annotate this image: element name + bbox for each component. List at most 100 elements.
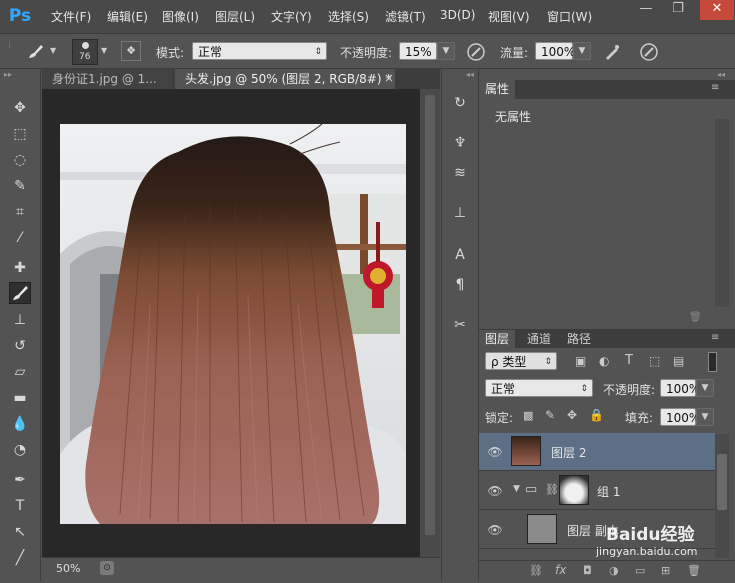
document-scrollbar-thumb[interactable] <box>425 95 435 535</box>
brush-tool-icon[interactable] <box>9 282 31 304</box>
menu-filter[interactable]: 滤镜(T) <box>385 8 426 25</box>
layers-scrollbar-thumb[interactable] <box>717 454 727 510</box>
visibility-eye-icon[interactable]: 👁 <box>487 483 503 499</box>
layer-name[interactable]: 图层 2 <box>551 444 586 461</box>
menu-3d[interactable]: 3D(D) <box>440 8 475 22</box>
dock-collapse-icon[interactable]: ◂◂ <box>466 70 474 79</box>
restore-button[interactable]: ❐ <box>664 0 692 20</box>
layer-row-group1[interactable]: 👁 ▼ ▭ ⛓ 组 1 <box>479 472 715 510</box>
tab-properties[interactable]: 属性 <box>479 80 516 99</box>
brush-size-dropdown-icon[interactable]: ▼ <box>101 46 107 55</box>
filter-smart-object-icon[interactable]: ▤ <box>673 354 684 368</box>
brush-presets-panel-icon[interactable]: ♆ <box>450 133 470 153</box>
fill-dropdown-icon[interactable]: ▼ <box>696 408 714 426</box>
group-expand-icon[interactable]: ▼ <box>513 484 520 494</box>
paragraph-panel-icon[interactable]: ¶ <box>450 275 470 295</box>
filter-shape-icon[interactable]: ⬚ <box>649 354 660 368</box>
crop-tool-icon[interactable]: ⌗ <box>9 201 31 223</box>
status-info-icon[interactable]: ⊙ <box>100 561 114 575</box>
layer-opacity-input[interactable]: 100% <box>660 379 700 397</box>
path-selection-tool-icon[interactable]: ↖ <box>9 521 31 543</box>
lock-all-icon[interactable]: 🔒 <box>589 408 604 422</box>
filter-pixel-icon[interactable]: ▣ <box>575 354 586 368</box>
lock-pixels-icon[interactable]: ✎ <box>545 408 555 422</box>
healing-brush-tool-icon[interactable]: ✚ <box>9 257 31 279</box>
character-panel-icon[interactable]: A <box>450 245 470 265</box>
tab-id-card[interactable]: 身份证1.jpg @ 1... <box>42 69 172 89</box>
layer-opacity-dropdown-icon[interactable]: ▼ <box>696 379 714 397</box>
options-grip-icon: ⁞ <box>8 40 12 51</box>
tab-close-icon[interactable]: × <box>384 71 394 85</box>
lock-transparent-icon[interactable]: ▩ <box>523 409 533 422</box>
mode-select[interactable]: 正常 ⇕ <box>192 42 327 60</box>
tab-paths[interactable]: 路径 <box>561 330 597 349</box>
gradient-tool-icon[interactable]: ▬ <box>9 387 31 409</box>
airbrush-icon[interactable] <box>602 42 622 62</box>
eraser-tool-icon[interactable]: ▱ <box>9 361 31 383</box>
menu-window[interactable]: 窗口(W) <box>547 8 592 25</box>
close-window-button[interactable]: ✕ <box>700 0 734 20</box>
brush-size-picker[interactable]: 76 <box>72 39 98 65</box>
link-layers-icon[interactable]: ⛓ <box>529 564 543 577</box>
properties-collapse-icon[interactable]: ◂◂ <box>717 70 725 79</box>
history-panel-icon[interactable]: ↻ <box>450 93 470 113</box>
eyedropper-tool-icon[interactable]: ⁄ <box>9 227 31 249</box>
properties-menu-icon[interactable]: ≡ <box>711 82 719 93</box>
fill-input[interactable]: 100% <box>660 408 700 426</box>
brush-panel-toggle-icon[interactable]: ❖ <box>121 41 141 61</box>
zoom-level[interactable]: 50% <box>56 562 80 575</box>
clone-stamp-tool-icon[interactable]: ⊥ <box>9 309 31 331</box>
pressure-size-icon[interactable] <box>639 42 659 62</box>
filter-type-icon[interactable]: T <box>625 353 633 368</box>
visibility-eye-icon[interactable]: 👁 <box>487 444 503 460</box>
menu-type[interactable]: 文字(Y) <box>271 8 312 25</box>
blur-tool-icon[interactable]: 💧 <box>9 413 31 435</box>
layer-name[interactable]: 组 1 <box>597 483 620 500</box>
tab-channels[interactable]: 通道 <box>521 330 557 349</box>
tab-layers[interactable]: 图层 <box>479 330 516 349</box>
toolbar-collapse-icon[interactable]: ▸▸ <box>4 70 12 79</box>
filter-toggle-icon[interactable] <box>708 352 717 372</box>
properties-scrollbar[interactable] <box>715 119 729 307</box>
filter-adjustment-icon[interactable]: ◐ <box>599 354 609 368</box>
tool-presets-panel-icon[interactable]: ✂ <box>450 315 470 335</box>
history-brush-tool-icon[interactable]: ↺ <box>9 335 31 357</box>
type-tool-icon[interactable]: T <box>9 495 31 517</box>
layers-scrollbar[interactable] <box>715 434 729 558</box>
menu-edit[interactable]: 编辑(E) <box>107 8 148 25</box>
menu-layer[interactable]: 图层(L) <box>215 8 255 25</box>
layer-filter-select[interactable]: ρ 类型 ⇕ <box>485 352 557 370</box>
pen-tool-icon[interactable]: ✒ <box>9 469 31 491</box>
document-scrollbar[interactable] <box>420 89 440 557</box>
menu-image[interactable]: 图像(I) <box>162 8 199 25</box>
add-mask-icon[interactable]: ◘ <box>583 564 592 577</box>
marquee-tool-icon[interactable]: ⬚ <box>9 123 31 145</box>
brush-panel-icon[interactable]: ≋ <box>450 163 470 183</box>
mask-link-icon[interactable]: ⛓ <box>545 483 559 496</box>
line-tool-icon[interactable]: ╱ <box>9 547 31 569</box>
flow-input[interactable]: 100% <box>535 42 575 60</box>
clone-source-panel-icon[interactable]: ⊥ <box>450 203 470 223</box>
dodge-tool-icon[interactable]: ◔ <box>9 439 31 461</box>
preset-dropdown-icon[interactable]: ▼ <box>50 46 56 55</box>
lock-position-icon[interactable]: ✥ <box>567 408 577 422</box>
lasso-tool-icon[interactable]: ◌ <box>9 149 31 171</box>
visibility-eye-icon[interactable]: 👁 <box>487 522 503 538</box>
opacity-input[interactable]: 15% <box>399 42 437 60</box>
pressure-opacity-icon[interactable] <box>466 42 486 62</box>
move-tool-icon[interactable]: ✥ <box>9 97 31 119</box>
minimize-button[interactable]: — <box>632 0 660 20</box>
layers-menu-icon[interactable]: ≡ <box>711 332 719 343</box>
menu-file[interactable]: 文件(F) <box>51 8 91 25</box>
layer-style-icon[interactable]: fx <box>555 563 566 577</box>
flow-dropdown-icon[interactable]: ▼ <box>573 42 591 60</box>
layer-row-layer2[interactable]: 👁 图层 2 <box>479 433 715 471</box>
opacity-dropdown-icon[interactable]: ▼ <box>437 42 455 60</box>
brush-preset-icon[interactable] <box>25 42 45 60</box>
blend-mode-select[interactable]: 正常 ⇕ <box>485 379 593 397</box>
quick-select-tool-icon[interactable]: ✎ <box>9 175 31 197</box>
menu-select[interactable]: 选择(S) <box>328 8 369 25</box>
properties-trash-icon[interactable]: 🗑 <box>689 312 702 323</box>
menu-view[interactable]: 视图(V) <box>488 8 530 25</box>
tab-hair[interactable]: 头发.jpg @ 50% (图层 2, RGB/8#) * <box>175 69 395 89</box>
